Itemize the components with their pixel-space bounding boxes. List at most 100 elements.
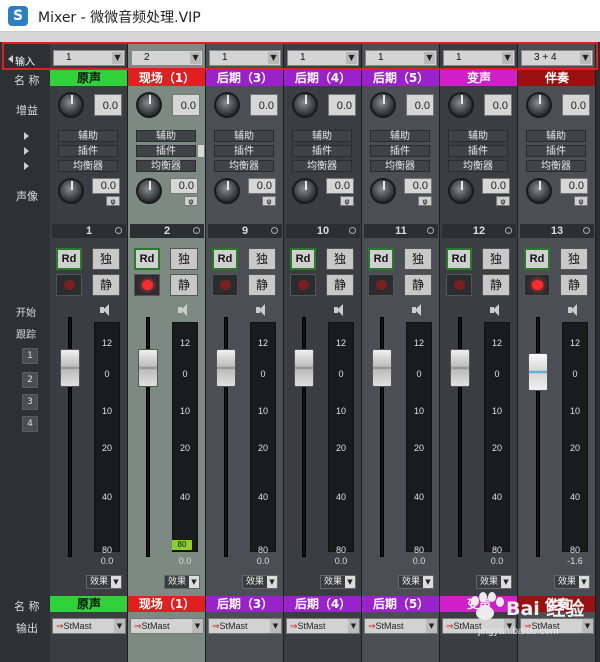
output-select[interactable]: ⇒StMast ▼: [52, 618, 126, 634]
channel-name[interactable]: 后期（5）: [362, 70, 439, 86]
solo-button[interactable]: 独: [170, 248, 198, 270]
input-expand-icon[interactable]: [8, 55, 13, 63]
link-icon[interactable]: [349, 227, 356, 234]
input-select[interactable]: 1 ▼: [209, 50, 281, 66]
solo-button[interactable]: 独: [326, 248, 354, 270]
solo-button[interactable]: 独: [92, 248, 120, 270]
volume-fader[interactable]: [216, 348, 236, 387]
gain-value[interactable]: 0.0: [94, 94, 122, 116]
read-button[interactable]: Rd: [134, 248, 160, 270]
pan-value[interactable]: 0.0: [170, 178, 198, 194]
pan-value[interactable]: 0.0: [326, 178, 354, 194]
pan-knob[interactable]: [136, 178, 162, 204]
volume-fader[interactable]: [138, 348, 158, 387]
aux-button[interactable]: 辅助: [214, 130, 274, 142]
input-select[interactable]: 1 ▼: [53, 50, 125, 66]
read-button[interactable]: Rd: [290, 248, 316, 270]
channel-name-bottom[interactable]: 原声: [50, 596, 127, 612]
gain-value[interactable]: 0.0: [484, 94, 512, 116]
output-select[interactable]: ⇒StMast ▼: [364, 618, 438, 634]
volume-fader[interactable]: [528, 352, 548, 391]
pan-value[interactable]: 0.0: [482, 178, 510, 194]
channel-name[interactable]: 变声: [440, 70, 517, 86]
track-button-4[interactable]: 4: [22, 416, 38, 432]
link-icon[interactable]: [115, 227, 122, 234]
volume-fader[interactable]: [372, 348, 392, 387]
pan-knob[interactable]: [214, 178, 240, 204]
record-button[interactable]: [212, 274, 238, 296]
read-button[interactable]: Rd: [524, 248, 550, 270]
gain-knob[interactable]: [136, 92, 162, 118]
aux-button[interactable]: 辅助: [526, 130, 586, 142]
track-button-1[interactable]: 1: [22, 348, 38, 364]
gain-value[interactable]: 0.0: [250, 94, 278, 116]
aux-button[interactable]: 辅助: [448, 130, 508, 142]
mute-button[interactable]: 静: [248, 274, 276, 296]
phase-icon[interactable]: φ: [262, 196, 276, 206]
record-button[interactable]: [56, 274, 82, 296]
pan-value[interactable]: 0.0: [560, 178, 588, 194]
channel-name[interactable]: 伴奏: [518, 70, 595, 86]
record-button[interactable]: [134, 274, 160, 296]
phase-icon[interactable]: φ: [496, 196, 510, 206]
eq-button[interactable]: 均衡器: [136, 160, 196, 172]
plugin-button[interactable]: 插件: [136, 145, 196, 157]
plugin-button[interactable]: 插件: [214, 145, 274, 157]
output-select[interactable]: ⇒StMast ▼: [208, 618, 282, 634]
pan-knob[interactable]: [370, 178, 396, 204]
aux-button[interactable]: 辅助: [370, 130, 430, 142]
aux-button[interactable]: 辅助: [58, 130, 118, 142]
phase-icon[interactable]: φ: [106, 196, 120, 206]
channel-name-bottom[interactable]: 后期（4）: [284, 596, 361, 612]
mute-button[interactable]: 静: [560, 274, 588, 296]
plugin-button[interactable]: 插件: [292, 145, 352, 157]
mute-button[interactable]: 静: [326, 274, 354, 296]
link-icon[interactable]: [505, 227, 512, 234]
eq-button[interactable]: 均衡器: [448, 160, 508, 172]
gain-value[interactable]: 0.0: [172, 94, 200, 116]
gain-value[interactable]: 0.0: [328, 94, 356, 116]
gain-value[interactable]: 0.0: [562, 94, 590, 116]
input-select[interactable]: 1 ▼: [365, 50, 437, 66]
phase-icon[interactable]: φ: [418, 196, 432, 206]
plugin-button[interactable]: 插件: [58, 145, 118, 157]
output-select[interactable]: ⇒StMast ▼: [286, 618, 360, 634]
pan-value[interactable]: 0.0: [92, 178, 120, 194]
link-icon[interactable]: [427, 227, 434, 234]
gain-knob[interactable]: [292, 92, 318, 118]
plugin-button[interactable]: 插件: [526, 145, 586, 157]
plugin-button[interactable]: 插件: [448, 145, 508, 157]
record-button[interactable]: [524, 274, 550, 296]
effects-select[interactable]: 效果 ▼: [476, 575, 512, 589]
record-button[interactable]: [290, 274, 316, 296]
input-select[interactable]: 3 + 4 ▼: [521, 50, 593, 66]
output-select[interactable]: ⇒StMast ▼: [130, 618, 204, 634]
solo-button[interactable]: 独: [248, 248, 276, 270]
channel-name-bottom[interactable]: 现场（1）: [128, 596, 205, 612]
link-icon[interactable]: [583, 227, 590, 234]
aux-expand-icon[interactable]: [24, 132, 29, 140]
read-button[interactable]: Rd: [212, 248, 238, 270]
track-button-3[interactable]: 3: [22, 394, 38, 410]
gain-knob[interactable]: [370, 92, 396, 118]
eq-button[interactable]: 均衡器: [370, 160, 430, 172]
eq-button[interactable]: 均衡器: [292, 160, 352, 172]
pan-knob[interactable]: [448, 178, 474, 204]
read-button[interactable]: Rd: [56, 248, 82, 270]
volume-fader[interactable]: [294, 348, 314, 387]
channel-name-bottom[interactable]: 后期（5）: [362, 596, 439, 612]
mute-button[interactable]: 静: [170, 274, 198, 296]
aux-button[interactable]: 辅助: [136, 130, 196, 142]
link-icon[interactable]: [271, 227, 278, 234]
channel-name[interactable]: 后期（4）: [284, 70, 361, 86]
gain-knob[interactable]: [214, 92, 240, 118]
channel-name-bottom[interactable]: 后期（3）: [206, 596, 283, 612]
plugin-expand-icon[interactable]: [24, 147, 29, 155]
record-button[interactable]: [446, 274, 472, 296]
gain-knob[interactable]: [526, 92, 552, 118]
channel-name[interactable]: 现场（1）: [128, 70, 205, 86]
record-button[interactable]: [368, 274, 394, 296]
aux-button[interactable]: 辅助: [292, 130, 352, 142]
eq-button[interactable]: 均衡器: [58, 160, 118, 172]
gain-knob[interactable]: [58, 92, 84, 118]
